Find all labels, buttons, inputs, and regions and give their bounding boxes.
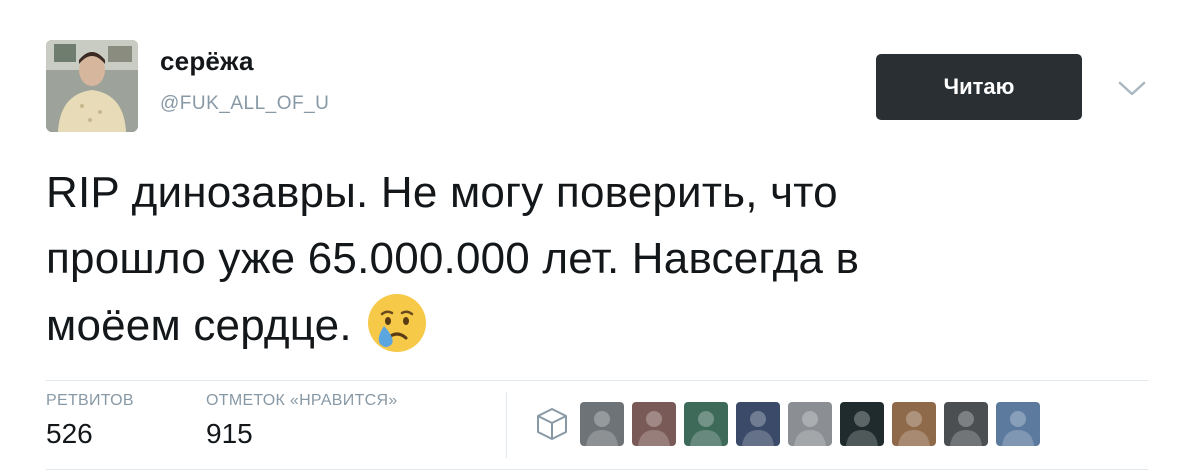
stats-divider-top [46, 380, 1148, 381]
likes-count: 915 [206, 418, 253, 449]
avatar-photo [46, 40, 138, 132]
retweets-count: 526 [46, 418, 93, 449]
tweet-line-text: моёем сердце. [46, 301, 352, 350]
liker-avatar[interactable] [840, 402, 884, 446]
tweet-menu-button[interactable] [1112, 74, 1152, 104]
author-handle[interactable]: @FUK_ALL_OF_U [160, 93, 329, 115]
tweet-text: RIP динозавры. Не могу поверить, что про… [46, 160, 1126, 359]
retweets-stat[interactable]: РЕТВИТОВ 526 [46, 392, 134, 450]
liker-avatar[interactable] [736, 402, 780, 446]
crying-face-icon [367, 294, 426, 352]
liker-avatar[interactable] [632, 402, 676, 446]
author-avatar[interactable] [46, 40, 138, 132]
liker-avatar[interactable] [944, 402, 988, 446]
liker-avatar[interactable] [996, 402, 1040, 446]
liker-avatar[interactable] [580, 402, 624, 446]
likes-label: ОТМЕТОК «НРАВИТСЯ» [206, 392, 398, 409]
author-name[interactable]: серёжа [160, 46, 254, 77]
stats-divider-bottom [46, 469, 1148, 470]
user-avatar-icon [950, 411, 982, 446]
user-avatar-icon [638, 411, 670, 446]
cube-icon [537, 408, 567, 440]
user-avatar-icon [742, 411, 774, 446]
user-avatar-icon [898, 411, 930, 446]
liker-avatar[interactable] [788, 402, 832, 446]
user-avatar-icon [1002, 411, 1034, 446]
retweets-label: РЕТВИТОВ [46, 392, 134, 409]
tweet-line: моёем сердце. [46, 292, 1126, 359]
tweet-line: RIP динозавры. Не могу поверить, что [46, 168, 838, 217]
user-avatar-icon [794, 411, 826, 446]
liker-avatar[interactable] [684, 402, 728, 446]
liked-by-avatars [580, 402, 1040, 446]
follow-button[interactable]: Читаю [876, 54, 1082, 120]
user-avatar-icon [690, 411, 722, 446]
tweet-line: прошло уже 65.000.000 лет. Навсегда в [46, 234, 860, 283]
stats-vertical-divider [506, 392, 507, 458]
chevron-down-icon [1118, 81, 1146, 96]
likes-stat[interactable]: ОТМЕТОК «НРАВИТСЯ» 915 [206, 392, 398, 450]
user-avatar-icon [586, 411, 618, 446]
liker-avatar[interactable] [892, 402, 936, 446]
user-avatar-icon [846, 411, 878, 446]
